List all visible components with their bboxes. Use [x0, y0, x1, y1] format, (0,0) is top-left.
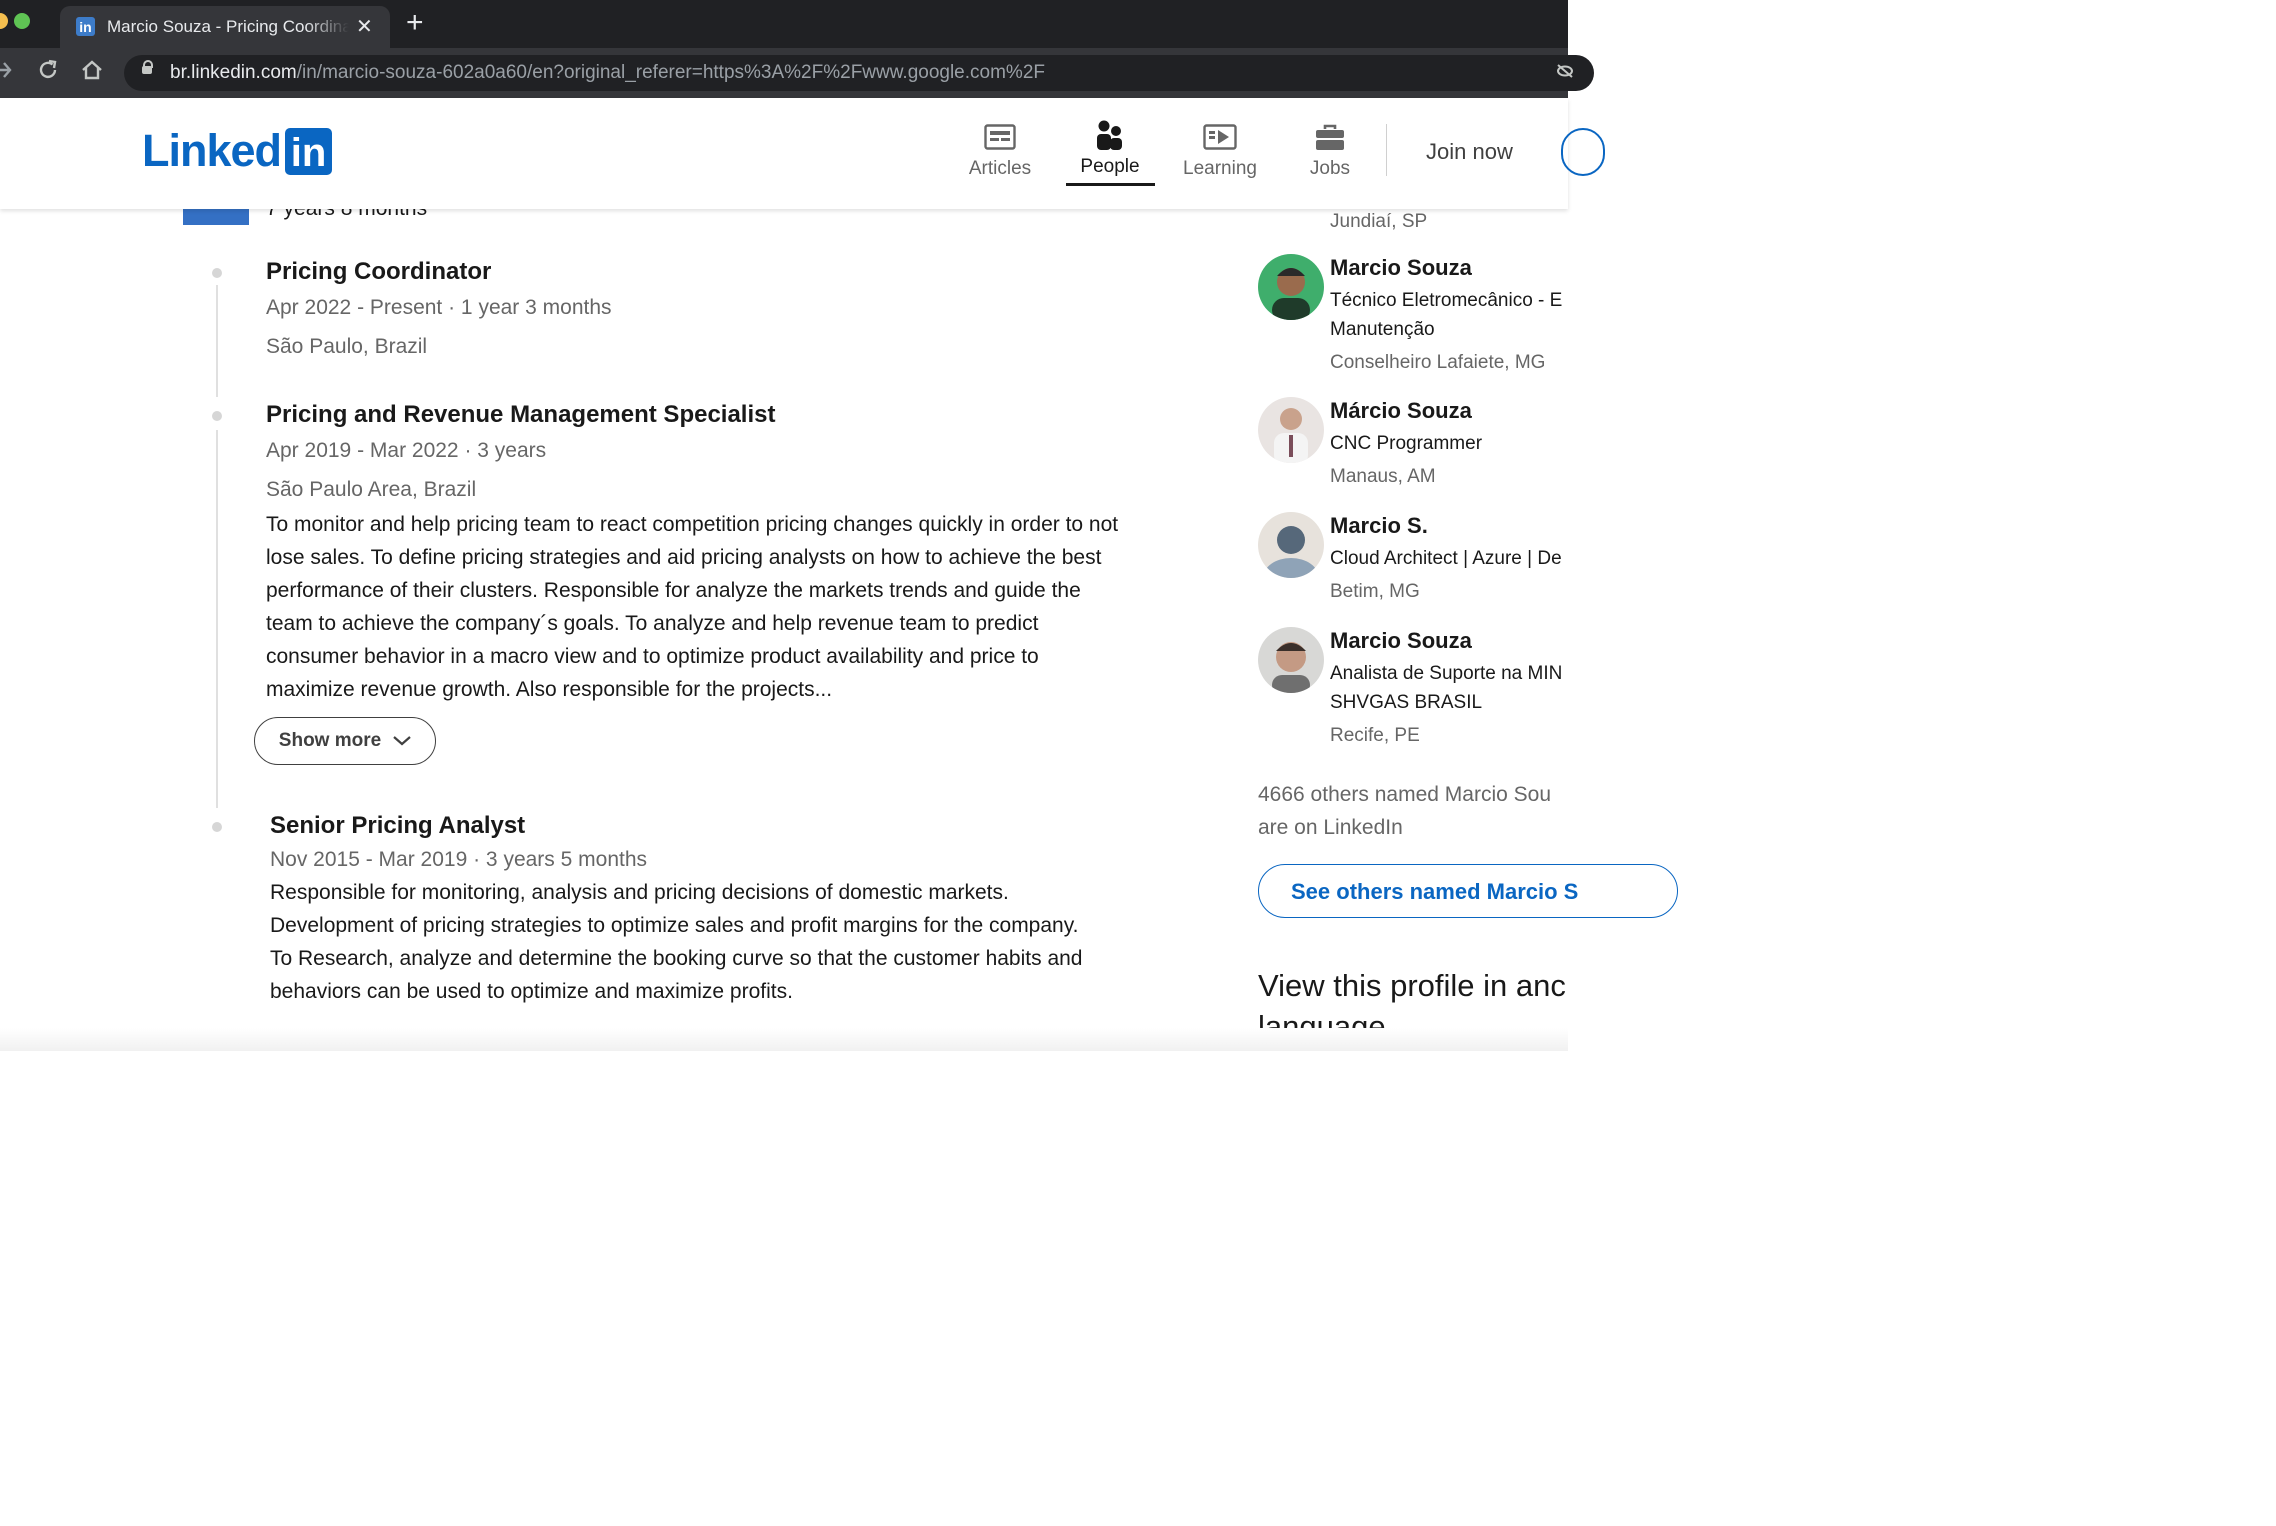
person-location: Betim, MG — [1330, 581, 1420, 602]
others-named-count: 4666 others named Marcio Sou are on Link… — [1258, 783, 1552, 839]
role-dates: Apr 2019 - Mar 2022 · 3 years — [266, 439, 547, 462]
avatar[interactable] — [1258, 254, 1324, 320]
eye-slash-icon[interactable] — [1556, 64, 1574, 83]
lock-icon — [142, 60, 153, 74]
nav-people[interactable]: People — [1060, 116, 1160, 178]
person-name[interactable]: Márcio Souza — [1330, 397, 1482, 425]
nav-learning[interactable]: Learning — [1170, 116, 1270, 180]
person-headline: Analista de Suporte na MIN SHVGAS BRASIL — [1330, 663, 1563, 713]
nav-articles[interactable]: Articles — [950, 116, 1050, 180]
nav-divider — [1386, 124, 1387, 176]
avatar[interactable] — [1258, 627, 1324, 693]
url-text: br.linkedin.com/in/marcio-souza-602a0a60… — [170, 62, 1045, 83]
experience-item: Pricing Coordinator Apr 2022 - Present ·… — [266, 258, 612, 359]
bottom-edge — [0, 1028, 1568, 1051]
role-title: Pricing Coordinator — [266, 258, 492, 285]
join-now-button[interactable]: Join now — [1426, 139, 1513, 165]
window-minimize-button[interactable] — [0, 13, 8, 29]
show-more-label: Show more — [278, 730, 382, 751]
see-others-button[interactable]: See others named Marcio S — [1258, 864, 1678, 918]
nav-jobs[interactable]: Jobs — [1280, 116, 1380, 180]
window-zoom-button[interactable] — [14, 13, 30, 29]
browser-tab[interactable]: in Marcio Souza - Pricing Coordinator ✕ — [60, 6, 390, 48]
person-name[interactable]: Marcio Souza — [1330, 254, 1562, 282]
experience-item: Senior Pricing Analyst Nov 2015 - Mar 20… — [270, 812, 1082, 1008]
default-avatar-icon[interactable] — [1258, 512, 1324, 578]
person-location: Manaus, AM — [1330, 466, 1436, 487]
linkedin-logo[interactable]: Linked in — [142, 125, 333, 176]
new-tab-button[interactable]: + — [406, 6, 424, 40]
browser-tab-strip: in Marcio Souza - Pricing Coordinator ✕ … — [0, 0, 1568, 48]
role-location: São Paulo, Brazil — [266, 335, 428, 358]
role-dates: Nov 2015 - Mar 2019 · 3 years 5 months — [270, 848, 648, 871]
jobs-icon — [1280, 116, 1380, 150]
sign-in-button[interactable] — [1561, 128, 1605, 176]
role-description: Responsible for monitoring, analysis and… — [270, 881, 1083, 1003]
person-location: Recife, PE — [1330, 725, 1420, 746]
timeline-dot — [212, 411, 222, 421]
people-icon — [1060, 116, 1160, 150]
person-location: Jundiaí, SP — [1330, 211, 1428, 232]
person-headline: CNC Programmer — [1330, 433, 1483, 454]
person-location: Conselheiro Lafaiete, MG — [1330, 352, 1546, 373]
learning-icon — [1170, 116, 1270, 150]
person-name[interactable]: Marcio Souza — [1330, 627, 1562, 655]
home-icon[interactable] — [80, 58, 104, 89]
timeline-line — [216, 285, 218, 397]
articles-icon — [950, 116, 1050, 150]
role-title: Pricing and Revenue Management Specialis… — [266, 401, 776, 428]
person-headline: Cloud Architect | Azure | De — [1330, 548, 1562, 569]
active-nav-indicator — [1066, 183, 1155, 186]
address-bar[interactable]: br.linkedin.com/in/marcio-souza-602a0a60… — [124, 55, 1594, 91]
linkedin-header: Linked in Articles People Learning Jobs — [0, 98, 1568, 209]
tab-title: Marcio Souza - Pricing Coordinator — [107, 17, 349, 36]
show-more-button[interactable]: Show more — [254, 717, 436, 765]
avatar[interactable] — [1258, 397, 1324, 463]
role-title: Senior Pricing Analyst — [270, 812, 526, 839]
chevron-down-icon — [393, 730, 411, 752]
timeline-line — [216, 430, 218, 808]
role-description: To monitor and help pricing team to reac… — [266, 513, 1119, 701]
forward-icon[interactable] — [0, 58, 14, 89]
browser-toolbar: br.linkedin.com/in/marcio-souza-602a0a60… — [0, 48, 1594, 98]
reload-icon[interactable] — [36, 58, 60, 89]
tab-close-icon[interactable]: ✕ — [356, 14, 373, 39]
role-location: São Paulo Area, Brazil — [266, 478, 477, 501]
person-headline: Técnico Eletromecânico - E Manutenção — [1330, 290, 1563, 340]
experience-item: Pricing and Revenue Management Specialis… — [266, 401, 1118, 706]
person-name[interactable]: Marcio S. — [1330, 512, 1562, 540]
linkedin-favicon-icon: in — [76, 17, 95, 36]
timeline-dot — [212, 822, 222, 832]
timeline-dot — [212, 268, 222, 278]
role-dates: Apr 2022 - Present · 1 year 3 months — [266, 296, 612, 319]
